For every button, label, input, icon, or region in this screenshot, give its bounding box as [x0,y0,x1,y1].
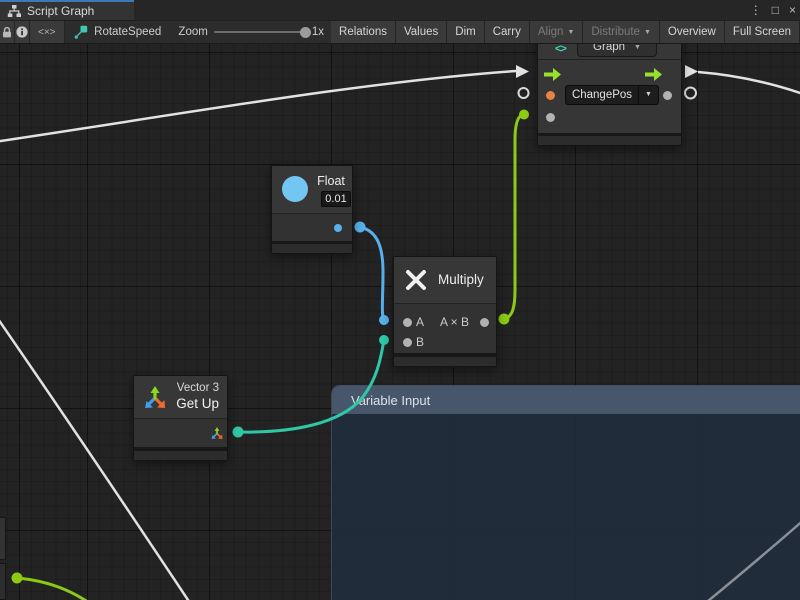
tab-title: Script Graph [27,4,94,18]
multiply-node-footer [394,357,496,366]
vector3-type-label: Vector 3 [176,382,219,394]
multiply-output-port[interactable] [480,318,489,327]
multiply-input-b-label: B [416,335,424,349]
wire-end-blue-dot [379,315,389,325]
graph-icon: <> [555,44,566,55]
wire-start-blue-dot [355,222,366,233]
lock-button[interactable] [0,21,15,43]
full-screen-button[interactable]: Full Screen [725,21,800,43]
wire-white-into-event[interactable] [0,71,516,142]
graph-reference-label: RotateSpeed [94,26,161,38]
wire-start-lime-bl-dot [12,573,23,584]
wire-lime-bottom-left[interactable] [18,578,95,600]
graph-header-dropdown[interactable]: Graph ▼ [577,44,657,57]
float-node-title: Float [312,174,350,188]
window-menu-button[interactable]: ⋮ [750,0,762,20]
unconnected-port-right-icon[interactable] [685,88,696,99]
script-graph-window: Script Graph ⋮ □ × <×> [0,0,800,600]
window-maximize-button[interactable]: □ [772,0,779,20]
distribute-dropdown[interactable]: Distribute ▼ [583,21,660,43]
float-node[interactable]: Float 0.01 [271,165,353,254]
arrowhead-into-event-icon [516,65,529,78]
tab-bar: Script Graph ⋮ □ × [0,0,800,20]
variable-input-header[interactable]: Variable Input [332,386,800,414]
trigger-output-arrow-icon[interactable] [645,68,662,81]
event-node[interactable]: <> Graph ▼ ChangePos [537,44,682,146]
float-node-footer [272,244,352,253]
multiply-input-a-port[interactable] [403,318,412,327]
values-button[interactable]: Values [396,21,447,43]
trigger-input-arrow-icon[interactable] [544,68,561,81]
wire-multiply-to-event[interactable] [504,115,524,320]
wire-end-lime-dot [519,110,529,120]
wire-end-teal-dot [379,335,389,345]
vector3-icon [142,384,168,410]
chevron-down-icon: ▼ [644,29,651,36]
relations-button[interactable]: Relations [331,21,396,43]
multiply-node[interactable]: Multiply A A × B B [393,256,497,367]
changepos-dropdown[interactable]: ChangePos ▼ [565,85,659,105]
variable-input-panel[interactable]: Variable Input [331,385,800,600]
float-value-field[interactable]: 0.01 [321,191,351,207]
wire-start-lime-dot [499,314,510,325]
event-second-input-port[interactable] [546,113,555,122]
multiply-node-title: Multiply [438,272,484,287]
dim-button[interactable]: Dim [447,21,484,43]
multiply-output-label: A × B [440,315,469,329]
vector3-node-footer [134,451,227,460]
chevron-down-icon: ▼ [567,29,574,36]
graph-toolbar: <×> RotateSpeed Zoom 1x Relations Values… [0,20,800,44]
multiply-input-a-label: A [416,315,424,329]
wire-white-out-of-event[interactable] [698,72,800,95]
info-icon [15,25,29,39]
event-value-output-port[interactable] [663,91,672,100]
tab-script-graph[interactable]: Script Graph [0,0,134,20]
graph-asset-icon [74,25,88,39]
window-close-button[interactable]: × [789,0,796,20]
wire-start-teal-dot [233,427,244,438]
unconnected-port-left-icon[interactable] [519,88,529,98]
overview-button[interactable]: Overview [660,21,725,43]
offscreen-node-body[interactable] [0,563,6,600]
wire-float-to-multiply-a[interactable] [360,227,384,320]
arrowhead-out-of-event-icon [685,65,698,78]
multiply-input-b-port[interactable] [403,338,412,347]
graph-reference[interactable]: RotateSpeed [68,21,167,43]
zoom-label: Zoom [178,26,207,38]
event-node-footer [538,136,681,145]
zoom-value: 1x [312,26,324,38]
graph-canvas[interactable]: Variable Input [0,44,800,600]
event-value-input-port[interactable] [546,91,555,100]
edit-graph-button[interactable]: <×> [30,21,65,43]
zoom-slider-knob[interactable] [300,27,311,38]
chevron-down-icon: ▼ [638,86,658,104]
info-button[interactable] [15,21,30,43]
vector3-getup-node[interactable]: Vector 3 Get Up [133,375,228,461]
offscreen-node-header[interactable] [0,517,6,560]
getup-title: Get Up [176,396,219,411]
float-output-port[interactable] [334,224,342,232]
carry-button[interactable]: Carry [485,21,530,43]
zoom-slider[interactable] [214,31,306,33]
variable-input-body[interactable] [332,414,800,600]
vector3-output-port-icon[interactable] [210,426,224,440]
chevron-down-icon: ▼ [634,44,641,51]
multiply-icon [403,267,429,293]
script-graph-icon [7,4,21,18]
lock-icon [0,25,14,39]
float-icon [282,176,308,202]
align-dropdown[interactable]: Align ▼ [530,21,584,43]
